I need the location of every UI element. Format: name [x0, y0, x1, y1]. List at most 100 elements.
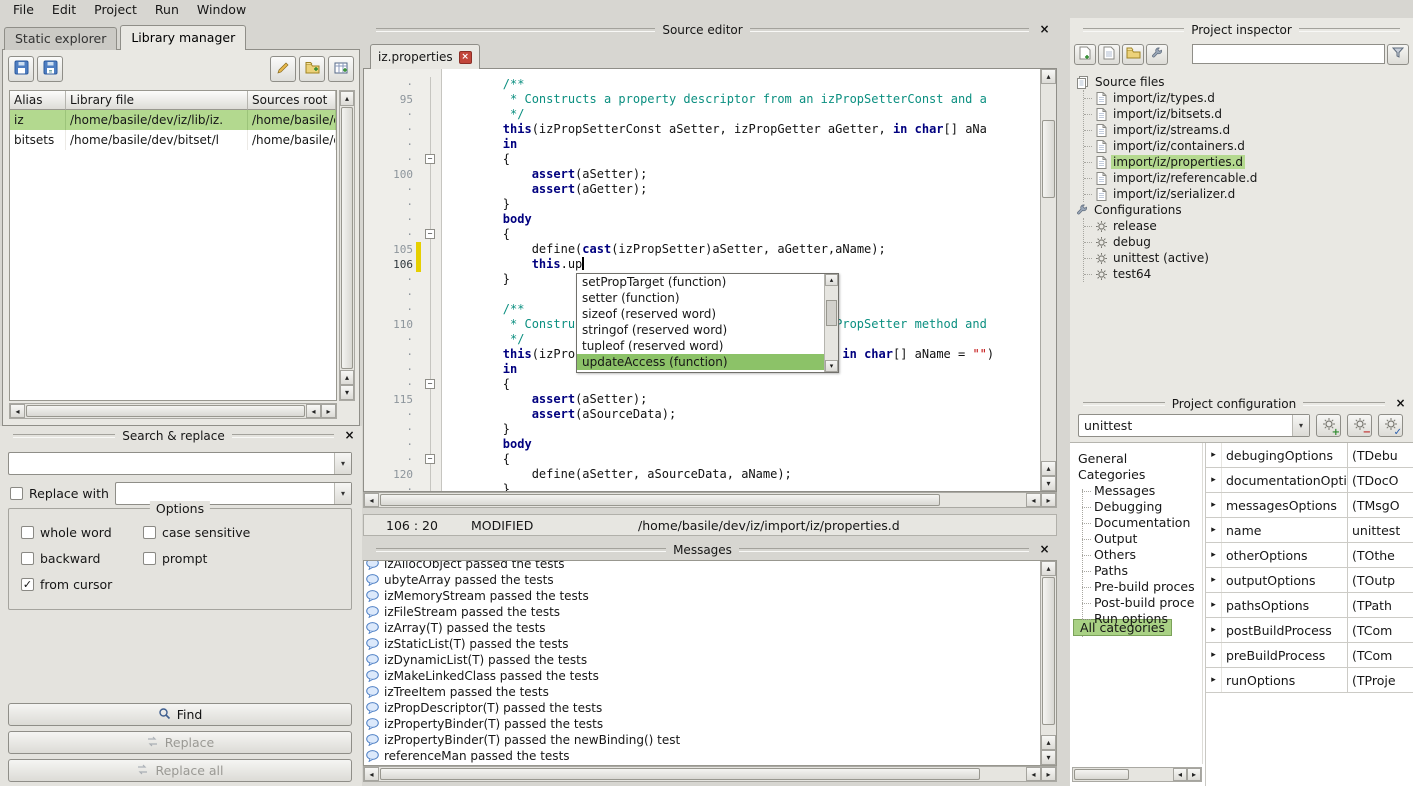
gutter-line[interactable]: ·− [364, 377, 441, 392]
scroll-up-button[interactable]: ▴ [1041, 461, 1056, 476]
completion-item[interactable]: tupleof (reserved word) [577, 338, 824, 354]
code-line[interactable]: { [445, 377, 1040, 392]
scroll-right-button[interactable]: ▸ [1041, 493, 1056, 507]
completion-item[interactable]: setPropTarget (function) [577, 274, 824, 290]
table-row[interactable]: iz/home/basile/dev/iz/lib/iz./home/basil… [10, 110, 336, 130]
category-documentation[interactable]: Documentation [1070, 515, 1202, 531]
code-line[interactable]: assert(aSourceData); [445, 407, 1040, 422]
scrollbar-track[interactable] [825, 286, 838, 360]
open-library-file-button[interactable] [299, 56, 325, 82]
scroll-up-button[interactable]: ▴ [340, 91, 354, 106]
new-source-button[interactable] [1098, 44, 1120, 65]
category-messages[interactable]: Messages [1070, 483, 1202, 499]
replace-button[interactable]: Replace [8, 731, 352, 754]
expand-arrow-icon[interactable]: ▸ [1206, 568, 1222, 592]
option-case-sensitive[interactable]: case sensitive [143, 525, 345, 540]
find-button[interactable]: Find [8, 703, 352, 726]
gutter-line[interactable]: 100 [364, 167, 441, 182]
scroll-left-button[interactable]: ◂ [10, 404, 25, 418]
scrollbar-track[interactable] [25, 404, 306, 418]
gutter-line[interactable]: · [364, 107, 441, 122]
gutter-line[interactable]: · [364, 77, 441, 92]
expand-arrow-icon[interactable]: ▸ [1206, 593, 1222, 617]
message-item[interactable]: referenceMan passed the tests [366, 748, 1039, 764]
tree-item-import-iz-properties-d[interactable]: import/iz/properties.d [1084, 154, 1409, 170]
scroll-right-button[interactable]: ▸ [321, 404, 336, 418]
replace-with-checkbox[interactable] [10, 487, 23, 500]
close-icon[interactable]: × [343, 430, 356, 443]
code-line[interactable]: { [445, 227, 1040, 242]
close-icon[interactable]: × [1394, 398, 1407, 411]
gutter-line[interactable]: ·− [364, 452, 441, 467]
completion-scrollbar[interactable]: ▴ ▾ [824, 274, 838, 372]
code-line[interactable]: { [445, 452, 1040, 467]
scrollbar-thumb[interactable] [380, 494, 940, 506]
scroll-left-button[interactable]: ◂ [364, 493, 379, 507]
property-row-documentationopti[interactable]: ▸documentationOpti(TDocO [1206, 468, 1413, 493]
chevron-down-icon[interactable]: ▾ [334, 453, 351, 474]
column-header-sources-root[interactable]: Sources root [248, 91, 336, 110]
add-from-project-button[interactable] [328, 56, 354, 82]
message-item[interactable]: izFileStream passed the tests [366, 604, 1039, 620]
scroll-left-button[interactable]: ◂ [1173, 768, 1187, 781]
scrollbar-track[interactable] [379, 493, 1026, 507]
search-input-combo[interactable]: ▾ [8, 452, 352, 475]
code-line[interactable]: body [445, 212, 1040, 227]
messages-vertical-scrollbar[interactable]: ▴ ▴ ▾ [1040, 561, 1056, 765]
category-debugging[interactable]: Debugging [1070, 499, 1202, 515]
scroll-down-button[interactable]: ▾ [340, 385, 354, 400]
property-row-postbuildprocess[interactable]: ▸postBuildProcess(TCom [1206, 618, 1413, 643]
tree-group-configurations[interactable]: Configurations [1074, 202, 1409, 218]
code-line[interactable]: assert(aSetter); [445, 167, 1040, 182]
remove-configuration-button[interactable]: − [1347, 414, 1372, 437]
scroll-left-button[interactable]: ◂ [306, 404, 321, 418]
close-icon[interactable]: × [1038, 544, 1051, 557]
message-item[interactable]: izTreeItem passed the tests [366, 684, 1039, 700]
gutter-line[interactable]: · [364, 137, 441, 152]
gutter-line[interactable]: 110 [364, 317, 441, 332]
gutter-line[interactable]: · [364, 332, 441, 347]
replace-all-button[interactable]: Replace all [8, 759, 352, 782]
menu-edit[interactable]: Edit [43, 0, 85, 19]
code-line[interactable]: body [445, 437, 1040, 452]
gutter-line[interactable]: ·− [364, 227, 441, 242]
message-item[interactable]: izMakeLinkedClass passed the tests [366, 668, 1039, 684]
scroll-up-button[interactable]: ▴ [1041, 561, 1056, 576]
editor-vertical-scrollbar[interactable]: ▴ ▴ ▾ [1040, 69, 1056, 491]
checkbox[interactable] [21, 526, 34, 539]
expand-arrow-icon[interactable]: ▸ [1206, 493, 1222, 517]
completion-item[interactable]: stringof (reserved word) [577, 322, 824, 338]
fold-marker-icon[interactable]: − [425, 454, 435, 464]
code-line[interactable]: */ [445, 107, 1040, 122]
tree-item-import-iz-streams-d[interactable]: import/iz/streams.d [1084, 122, 1409, 138]
category-run-options[interactable]: Run options [1070, 611, 1202, 627]
menu-run[interactable]: Run [146, 0, 188, 19]
editor-horizontal-scrollbar[interactable]: ◂ ◂ ▸ [363, 492, 1057, 508]
column-header-alias[interactable]: Alias [10, 91, 66, 110]
fold-marker-icon[interactable]: − [425, 154, 435, 164]
library-vertical-scrollbar[interactable]: ▴ ▴ ▾ [339, 90, 355, 401]
scroll-left-button[interactable]: ◂ [364, 767, 379, 781]
scrollbar-thumb[interactable] [341, 107, 353, 369]
code-line[interactable]: } [445, 422, 1040, 437]
code-line[interactable]: define(aSetter, aSourceData, aName); [445, 467, 1040, 482]
close-icon[interactable]: × [1038, 24, 1051, 37]
gutter-line[interactable]: · [364, 212, 441, 227]
property-row-debugingoptions[interactable]: ▸debugingOptions(TDebu [1206, 443, 1413, 468]
option-backward[interactable]: backward [21, 551, 143, 566]
category-general[interactable]: General [1070, 451, 1202, 467]
code-line[interactable]: define(cast(izPropSetter)aSetter, aGette… [445, 242, 1040, 257]
message-item[interactable]: izPropDescriptor(T) passed the tests [366, 700, 1039, 716]
expand-arrow-icon[interactable]: ▸ [1206, 518, 1222, 542]
tree-item-import-iz-serializer-d[interactable]: import/iz/serializer.d [1084, 186, 1409, 202]
chevron-down-icon[interactable]: ▾ [1292, 415, 1309, 436]
tree-item-release[interactable]: release [1084, 218, 1409, 234]
scroll-up-button[interactable]: ▴ [340, 370, 354, 385]
tab-close-icon[interactable]: × [459, 51, 472, 64]
message-item[interactable]: izMemoryStream passed the tests [366, 588, 1039, 604]
scroll-right-button[interactable]: ▸ [1187, 768, 1201, 781]
scroll-up-button[interactable]: ▴ [1041, 735, 1056, 750]
tree-item-unittest-active[interactable]: unittest (active) [1084, 250, 1409, 266]
scrollbar-track[interactable] [379, 767, 1026, 781]
scrollbar-track[interactable] [1041, 84, 1056, 461]
